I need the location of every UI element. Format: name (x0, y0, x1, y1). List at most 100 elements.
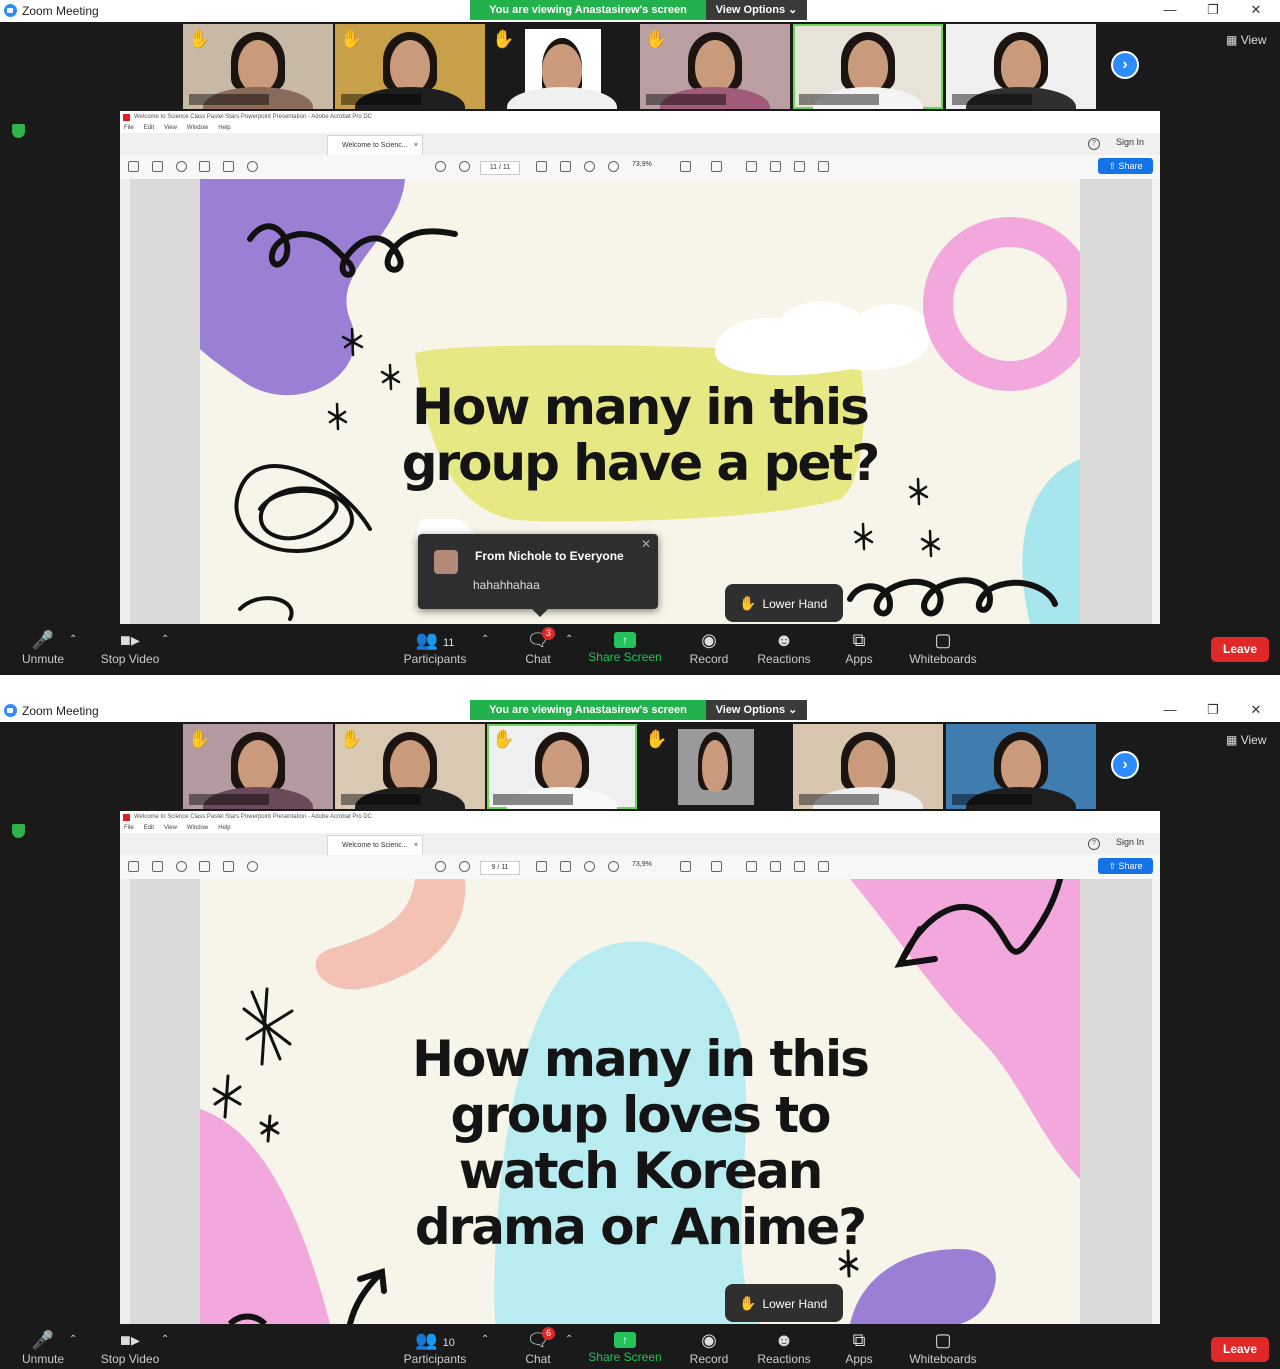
hand-tool-icon[interactable] (560, 161, 571, 172)
participant-video[interactable]: ✋ (640, 724, 790, 809)
menu-window[interactable]: Window (187, 825, 208, 831)
menu-window[interactable]: Window (187, 125, 208, 131)
participant-video[interactable] (946, 724, 1096, 809)
share-screen-button[interactable]: ↑ Share Screen (588, 1324, 662, 1369)
reactions-button[interactable]: ☻ Reactions (755, 624, 813, 675)
participant-video[interactable]: ✋ (183, 24, 333, 109)
zoom-in-icon[interactable] (608, 861, 619, 872)
print-icon[interactable] (199, 161, 210, 172)
menu-view[interactable]: View (164, 825, 177, 831)
search-icon[interactable] (247, 161, 258, 172)
sign-in-link[interactable]: Sign In (1116, 837, 1144, 847)
participant-video[interactable]: ✋ (640, 24, 790, 109)
highlight-pen-icon[interactable] (770, 161, 781, 172)
page-up-icon[interactable] (435, 161, 446, 172)
leave-button[interactable]: Leave (1211, 637, 1269, 662)
security-shield-icon[interactable] (12, 124, 25, 138)
search-icon[interactable] (247, 861, 258, 872)
fill-sign-icon[interactable] (818, 161, 829, 172)
scroll-mode-icon[interactable] (711, 861, 722, 872)
minimize-icon[interactable]: — (1160, 702, 1180, 717)
participants-button[interactable]: 👥 11 Participants (400, 624, 470, 675)
draw-icon[interactable] (794, 161, 805, 172)
document-tab[interactable]: Welcome to Scienc... × (327, 135, 423, 155)
security-shield-icon[interactable] (12, 824, 25, 838)
close-icon[interactable]: ✕ (1246, 702, 1266, 718)
stop-video-button[interactable]: ■▸ Stop Video (96, 1324, 164, 1369)
participant-video[interactable]: ✋ (487, 24, 637, 109)
zoom-level-select[interactable]: 73,9% (632, 161, 652, 168)
chevron-up-icon[interactable]: ⌃ (481, 1334, 489, 1345)
scroll-mode-icon[interactable] (711, 161, 722, 172)
record-button[interactable]: ◉ Record (686, 624, 732, 675)
next-page-icon[interactable]: › (1111, 51, 1139, 79)
participant-video[interactable]: ✋ (335, 24, 485, 109)
navigation-pane[interactable] (120, 179, 130, 624)
help-icon[interactable]: ? (1088, 838, 1100, 850)
zoom-out-icon[interactable] (584, 161, 595, 172)
bookmark-star-icon[interactable] (152, 861, 163, 872)
tab-close-icon[interactable]: × (414, 836, 418, 856)
view-button[interactable]: ▦ View (1226, 33, 1266, 47)
document-scrollbar[interactable] (1152, 179, 1160, 624)
menu-view[interactable]: View (164, 125, 177, 131)
menu-help[interactable]: Help (218, 125, 230, 131)
acrobat-share-button[interactable]: ⇧ Share (1098, 158, 1153, 174)
chevron-up-icon[interactable]: ⌃ (565, 634, 573, 645)
chevron-up-icon[interactable]: ⌃ (161, 634, 169, 645)
document-scrollbar[interactable] (1152, 879, 1160, 1324)
select-cursor-icon[interactable] (536, 161, 547, 172)
hand-tool-icon[interactable] (560, 861, 571, 872)
chevron-up-icon[interactable]: ⌃ (481, 634, 489, 645)
chevron-up-icon[interactable]: ⌃ (69, 634, 77, 645)
participant-video[interactable] (946, 24, 1096, 109)
email-icon[interactable] (223, 861, 234, 872)
menu-file[interactable]: File (124, 125, 134, 131)
chevron-up-icon[interactable]: ⌃ (565, 1334, 573, 1345)
navigation-pane[interactable] (120, 879, 130, 1324)
leave-button[interactable]: Leave (1211, 1337, 1269, 1362)
apps-button[interactable]: ⧉ Apps (840, 624, 878, 675)
participant-video[interactable]: ✋ (487, 724, 637, 809)
bookmark-star-icon[interactable] (152, 161, 163, 172)
chevron-up-icon[interactable]: ⌃ (161, 1334, 169, 1345)
participant-video[interactable]: ✋ (335, 724, 485, 809)
menu-help[interactable]: Help (218, 825, 230, 831)
select-cursor-icon[interactable] (536, 861, 547, 872)
participant-video[interactable] (793, 724, 943, 809)
chevron-up-icon[interactable]: ⌃ (69, 1334, 77, 1345)
reactions-button[interactable]: ☻ Reactions (755, 1324, 813, 1369)
comment-icon[interactable] (746, 861, 757, 872)
lower-hand-button[interactable]: ✋ Lower Hand (725, 584, 843, 622)
document-tab[interactable]: Welcome to Scienc... × (327, 835, 423, 855)
fit-page-icon[interactable] (680, 861, 691, 872)
fit-page-icon[interactable] (680, 161, 691, 172)
sign-in-link[interactable]: Sign In (1116, 137, 1144, 147)
upload-cloud-icon[interactable] (176, 861, 187, 872)
page-number-field[interactable]: 11 / 11 (480, 161, 520, 175)
help-icon[interactable]: ? (1088, 138, 1100, 150)
menu-edit[interactable]: Edit (144, 825, 154, 831)
whiteboards-button[interactable]: ▢ Whiteboards (904, 1324, 982, 1369)
close-icon[interactable]: ✕ (641, 537, 651, 551)
close-icon[interactable]: ✕ (1246, 2, 1266, 18)
share-screen-button[interactable]: ↑ Share Screen (588, 624, 662, 675)
view-options-button[interactable]: View Options ⌄ (706, 0, 807, 20)
minimize-icon[interactable]: — (1160, 2, 1180, 17)
lower-hand-button[interactable]: ✋ Lower Hand (725, 1284, 843, 1322)
print-icon[interactable] (199, 861, 210, 872)
whiteboards-button[interactable]: ▢ Whiteboards (904, 624, 982, 675)
restore-icon[interactable]: ❐ (1203, 702, 1223, 718)
unmute-button[interactable]: 🎤 Unmute (14, 1324, 72, 1369)
record-button[interactable]: ◉ Record (686, 1324, 732, 1369)
save-icon[interactable] (128, 861, 139, 872)
page-down-icon[interactable] (459, 161, 470, 172)
save-icon[interactable] (128, 161, 139, 172)
stop-video-button[interactable]: ■▸ Stop Video (96, 624, 164, 675)
page-down-icon[interactable] (459, 861, 470, 872)
email-icon[interactable] (223, 161, 234, 172)
upload-cloud-icon[interactable] (176, 161, 187, 172)
participants-button[interactable]: 👥 10 Participants (400, 1324, 470, 1369)
participant-video[interactable]: ✋ (183, 724, 333, 809)
comment-icon[interactable] (746, 161, 757, 172)
